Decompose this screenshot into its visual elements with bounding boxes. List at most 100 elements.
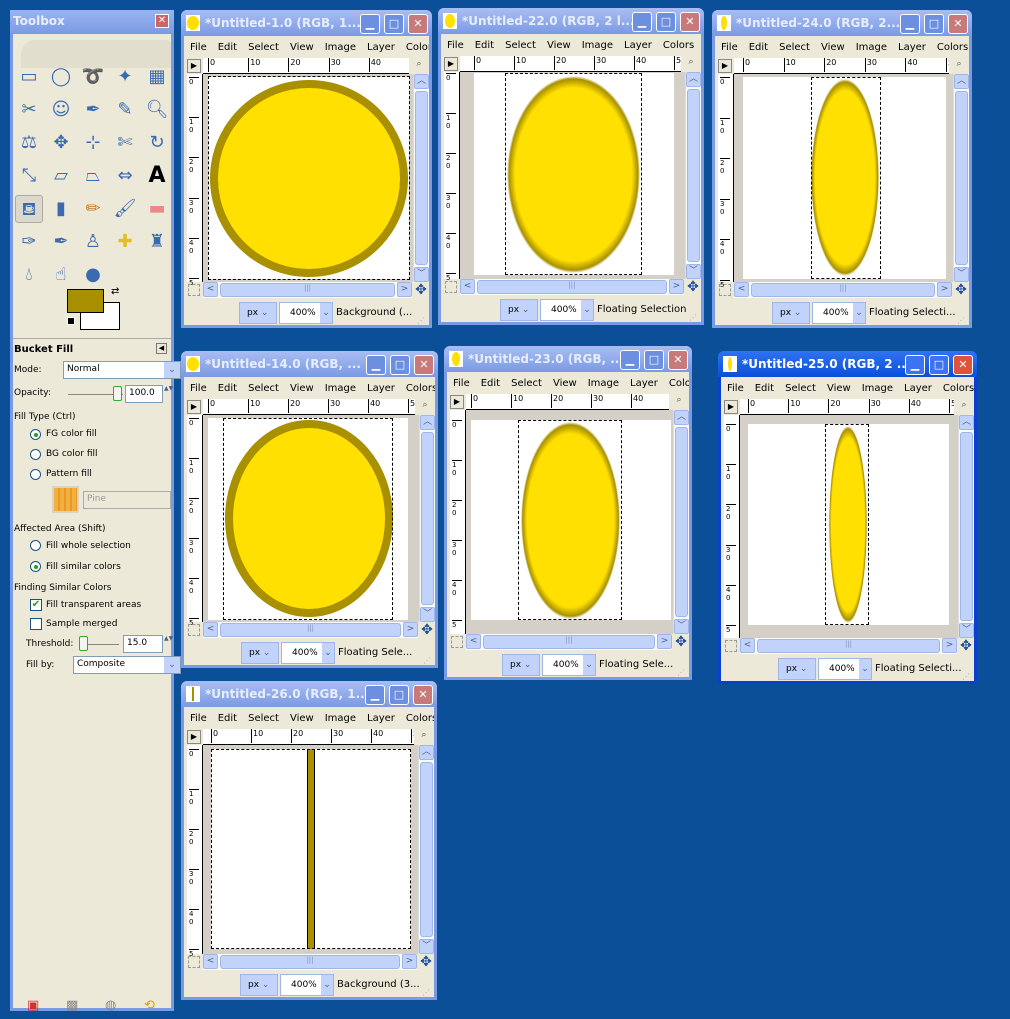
menu-edit[interactable]: Edit [469,34,499,51]
scroll-left-button[interactable]: < [203,954,218,969]
menu-select[interactable]: Select [242,377,284,394]
flip-icon[interactable]: ⇔ [111,162,139,190]
rotate-icon[interactable]: ↻ [143,129,171,157]
vertical-ruler[interactable]: 01 02 03 04 05 [450,410,466,634]
delete-icon[interactable]: ◍ [105,998,116,1013]
scale-icon[interactable]: ⤡ [15,162,43,190]
window-title-bar[interactable]: *Untitled-24.0 (RGB, 2... ▁ □ ✕ [712,10,972,36]
menu-file[interactable]: File [715,36,743,53]
scroll-up-button[interactable]: ︿ [674,410,689,425]
image-window[interactable]: *Untitled-1.0 (RGB, 1... ▁ □ ✕ File Edit Selec… [181,10,432,328]
menu-colors[interactable]: Colors [931,36,969,53]
navigate-icon[interactable]: ✥ [419,622,435,638]
opacity-slider-handle[interactable] [113,386,122,401]
window-title-bar[interactable]: *Untitled-25.0 (RGB, 2 ... ▁ □ ✕ [718,351,977,377]
menu-file[interactable]: File [184,377,212,394]
quick-mask-toggle[interactable] [451,636,463,648]
quick-mask-menu-icon[interactable]: ▶ [718,59,732,73]
fill-type-radio[interactable] [30,429,41,440]
menu-select[interactable]: Select [499,34,541,51]
vertical-scrollbar[interactable]: ︿ ﹀ [418,745,434,954]
menu-select[interactable]: Select [773,36,815,53]
scrollbar-thumb[interactable] [960,432,973,621]
menu-edit[interactable]: Edit [212,36,242,53]
shear-icon[interactable]: ▱ [47,162,75,190]
menu-layer[interactable]: Layer [361,36,400,53]
window-title-bar[interactable]: *Untitled-23.0 (RGB, ... ▁ □ ✕ [444,346,692,372]
menu-select[interactable]: Select [242,36,284,53]
quick-mask-toggle[interactable] [719,284,731,296]
resize-grip[interactable]: ⋰ [677,668,687,678]
lasso-icon[interactable]: ➰ [79,63,107,91]
close-button[interactable]: ✕ [953,355,973,375]
zoom-to-fit-icon[interactable]: ⌕ [672,395,686,409]
menu-view[interactable]: View [541,34,576,51]
scroll-right-button[interactable]: > [937,282,952,297]
resize-grip[interactable]: ⋰ [423,656,433,666]
horizontal-scrollbar[interactable]: ||| < > [734,282,952,298]
zoom-select[interactable]: 400% ⌄ [542,654,596,676]
dodge-burn-icon[interactable]: ● [79,261,107,289]
close-button[interactable]: ✕ [413,685,433,705]
quick-mask-toggle[interactable] [188,284,200,296]
menu-colors[interactable]: Colors [400,36,429,53]
quick-mask-menu-icon[interactable]: ▶ [187,730,201,744]
quick-mask-toggle[interactable] [188,624,200,636]
minimize-button[interactable]: ▁ [360,14,380,34]
zoom-select[interactable]: 400% ⌄ [280,974,334,996]
menu-layer[interactable]: Layer [624,372,663,389]
threshold-spinner[interactable]: ▲▼ [164,635,173,653]
menu-layer[interactable]: Layer [618,34,657,51]
paintbrush-icon[interactable]: 🖌︎ [111,195,139,223]
horizontal-scrollbar[interactable]: ||| < > [203,282,412,298]
affected-area-option-label[interactable]: Fill whole selection [46,541,131,551]
unit-select[interactable]: px ⌄ [239,302,277,324]
unit-select[interactable]: px ⌄ [772,302,810,324]
quick-mask-menu-icon[interactable]: ▶ [450,395,464,409]
menu-layer[interactable]: Layer [892,36,931,53]
navigate-icon[interactable]: ✥ [673,634,689,650]
fill-transparent-label[interactable]: Fill transparent areas [46,600,141,610]
scroll-right-button[interactable]: > [657,634,672,649]
menu-colors[interactable]: Colors [657,34,699,51]
scroll-left-button[interactable]: < [203,622,218,637]
vertical-ruler[interactable]: 01 02 03 04 05 [187,74,203,287]
horizontal-scrollbar[interactable]: ||| < > [203,622,418,638]
fill-type-radio[interactable] [30,469,41,480]
fill-type-option-label[interactable]: FG color fill [46,429,97,439]
smudge-icon[interactable]: ☝ [47,261,75,289]
quick-mask-menu-icon[interactable]: ▶ [187,59,201,73]
pattern-preview[interactable] [52,486,79,513]
sample-merged-label[interactable]: Sample merged [46,619,117,629]
horizontal-ruler[interactable]: 01020304050 [466,394,669,410]
scroll-down-button[interactable]: ﹀ [420,607,435,622]
blur-icon[interactable]: 💧︎ [15,261,43,289]
bucket-fill-icon[interactable]: ⛾ [15,195,43,223]
navigate-icon[interactable]: ✥ [958,638,974,654]
navigate-icon[interactable]: ✥ [413,282,429,298]
scrollbar-thumb[interactable]: ||| [757,639,940,653]
horizontal-scrollbar[interactable]: ||| < > [203,954,417,970]
minimize-button[interactable]: ▁ [632,12,652,32]
vertical-ruler[interactable]: 01 02 03 04 05 [187,415,203,627]
menu-edit[interactable]: Edit [749,377,779,394]
maximize-button[interactable]: □ [390,355,410,375]
menu-image[interactable]: Image [319,36,361,53]
menu-colors[interactable]: Colors [663,372,689,389]
minimize-button[interactable]: ▁ [366,355,386,375]
maximize-button[interactable]: □ [924,14,944,34]
swap-colors-icon[interactable]: ⇄ [111,286,119,297]
menu-image[interactable]: Image [850,36,892,53]
vertical-scrollbar[interactable]: ︿ ﹀ [673,410,689,634]
menu-image[interactable]: Image [856,377,898,394]
fill-type-option-label[interactable]: BG color fill [46,449,98,459]
scrollbar-thumb[interactable]: ||| [220,283,395,297]
maximize-button[interactable]: □ [389,685,409,705]
opacity-spinner[interactable]: ▲▼ [164,385,173,403]
zoom-to-fit-icon[interactable]: ⌕ [412,59,426,73]
scroll-left-button[interactable]: < [203,282,218,297]
menu-image[interactable]: Image [576,34,618,51]
airbrush-icon[interactable]: ✑ [15,228,43,256]
panel-menu-icon[interactable]: ◀ [156,343,167,354]
quick-mask-toggle[interactable] [725,640,737,652]
